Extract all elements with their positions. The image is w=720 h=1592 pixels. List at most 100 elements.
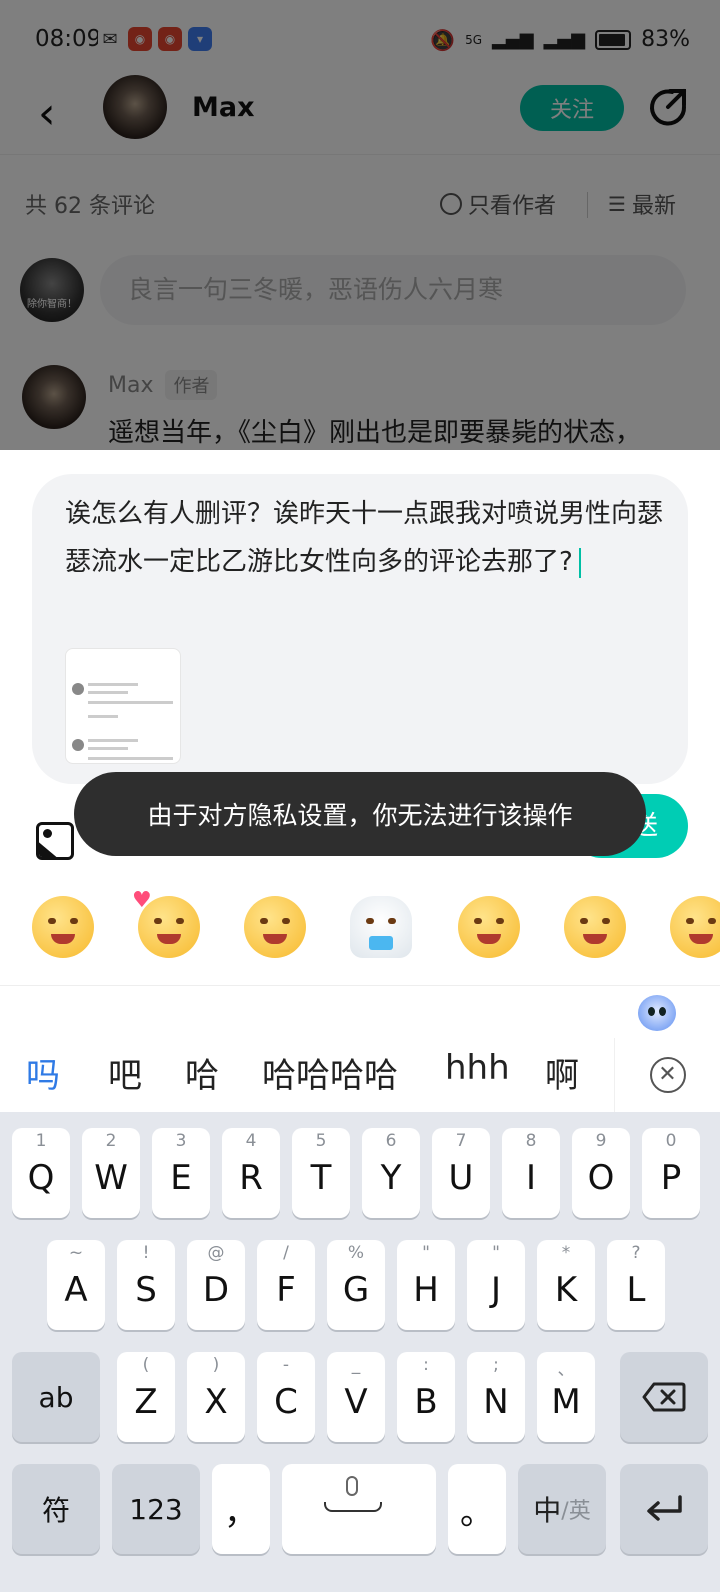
dim-overlay[interactable] [0,0,720,450]
angry-emoji[interactable] [244,896,306,958]
key-sub: 0 [665,1131,677,1151]
numbers-key[interactable]: 123 [112,1464,200,1554]
key-label: I [525,1158,537,1198]
key-v[interactable]: _ V [327,1352,385,1442]
enter-key[interactable] [620,1464,708,1554]
key-y[interactable]: 6Y [362,1128,420,1218]
emoji-eye [388,918,396,924]
symbols-key[interactable]: 符 [12,1464,100,1554]
emoji-mouth [263,934,287,944]
key-label: C [274,1382,298,1422]
backspace-icon [642,1382,686,1412]
thumb-line [88,747,128,750]
language-switch-key[interactable]: 中/英 [518,1464,606,1554]
close-icon: ✕ [649,1057,686,1093]
candidate-3[interactable]: 哈 [185,1048,219,1097]
candidate-6[interactable]: 啊 [545,1048,579,1097]
key-sub: _ [351,1355,361,1375]
key-m[interactable]: 、 M [537,1352,595,1442]
key-sub: 8 [525,1131,537,1151]
reply-text: 诶怎么有人删评？诶昨天十一点跟我对喷说男性向瑟瑟流水一定比乙游比女性向多的评论去… [65,499,664,577]
candidate-5[interactable]: hhh [445,1048,510,1088]
ab-shift-key[interactable]: ab [12,1352,100,1442]
love-emoji[interactable]: ♥ [132,888,200,958]
key-w[interactable]: 2W [82,1128,140,1218]
cry-emoji[interactable] [32,896,94,958]
privacy-toast: 由于对方隐私设置，你无法进行该操作 [74,772,646,856]
key-o[interactable]: 9O [572,1128,630,1218]
reply-input[interactable]: 诶怎么有人删评？诶昨天十一点跟我对喷说男性向瑟瑟流水一定比乙游比女性向多的评论去… [65,490,665,586]
key-f[interactable]: / F [257,1240,315,1330]
emoji-mouth [369,936,393,950]
thumb-line [88,683,138,686]
thumb-line [88,691,128,694]
space-key[interactable] [282,1464,436,1554]
key-t[interactable]: 5T [292,1128,350,1218]
period-key[interactable]: 。 [448,1464,506,1554]
key-c[interactable]: -C [257,1352,315,1442]
emoji-mouth [477,934,501,944]
emoji-eye [260,918,268,924]
key-label: B [414,1382,438,1422]
key-x[interactable]: ) X [187,1352,245,1442]
backspace-key[interactable] [620,1352,708,1442]
thumb-avatar [72,739,84,751]
key-sub-label: /英 [561,1499,591,1524]
key-sub: - [282,1355,290,1375]
key-label: E [170,1158,192,1198]
key-i[interactable]: 8I [502,1128,560,1218]
key-l[interactable]: ? L [607,1240,665,1330]
emoji-eye [686,918,694,924]
key-a[interactable]: ~ A [47,1240,105,1330]
key-label: 中 [533,1494,562,1527]
key-k[interactable]: * K [537,1240,595,1330]
smug-emoji[interactable] [670,896,720,958]
reply-input-box[interactable]: 诶怎么有人删评？诶昨天十一点跟我对喷说男性向瑟瑟流水一定比乙游比女性向多的评论去… [32,474,688,784]
thumb-line [88,757,173,760]
sleepy-emoji[interactable] [564,896,626,958]
key-j[interactable]: " J [467,1240,525,1330]
key-b[interactable]: :B [397,1352,455,1442]
key-e[interactable]: 3E [152,1128,210,1218]
key-label: N [483,1382,509,1422]
thumb-line [88,701,173,704]
keyboard-mascot-icon[interactable] [638,995,676,1031]
seal-cry-emoji[interactable] [350,896,412,958]
key-label: F [276,1270,296,1310]
key-u[interactable]: 7U [432,1128,490,1218]
emoji-eye [282,918,290,924]
comma-key[interactable]: ， [212,1464,270,1554]
emoji-eye [496,918,504,924]
key-z[interactable]: (Z [117,1352,175,1442]
emoji-eye [366,918,374,924]
emoji-eye [48,918,56,924]
text-caret [578,547,581,578]
key-label: H [413,1270,439,1310]
candidate-close-button[interactable]: ✕ [614,1038,720,1112]
key-label: G [342,1270,370,1310]
candidate-bar: 吗 吧 哈 哈哈哈哈 hhh 啊 ✕ [0,1038,720,1112]
key-p[interactable]: 0P [642,1128,700,1218]
emoji-mouth [157,934,181,944]
ime-keyboard: 吗 吧 哈 哈哈哈哈 hhh 啊 ✕ 1Q 2W 3E 4R 5T 6Y 7U … [0,990,720,1592]
key-n[interactable]: ; N [467,1352,525,1442]
key-label: P [660,1158,682,1198]
key-g[interactable]: % G [327,1240,385,1330]
key-sub: 2 [105,1131,117,1151]
key-label: U [448,1158,474,1198]
key-label: V [344,1382,368,1422]
key-sub: 9 [595,1131,607,1151]
image-picker-icon[interactable] [36,822,74,860]
candidate-1[interactable]: 吗 [26,1048,60,1097]
key-r[interactable]: 4R [222,1128,280,1218]
candidate-2[interactable]: 吧 [108,1048,142,1097]
key-d[interactable]: @ D [187,1240,245,1330]
key-s[interactable]: ! S [117,1240,175,1330]
key-q[interactable]: 1Q [12,1128,70,1218]
drool-emoji[interactable] [458,896,520,958]
candidate-4[interactable]: 哈哈哈哈 [262,1048,398,1097]
key-label: X [204,1382,228,1422]
key-h[interactable]: " H [397,1240,455,1330]
attached-image-thumbnail[interactable] [65,648,181,764]
thumb-avatar [72,683,84,695]
